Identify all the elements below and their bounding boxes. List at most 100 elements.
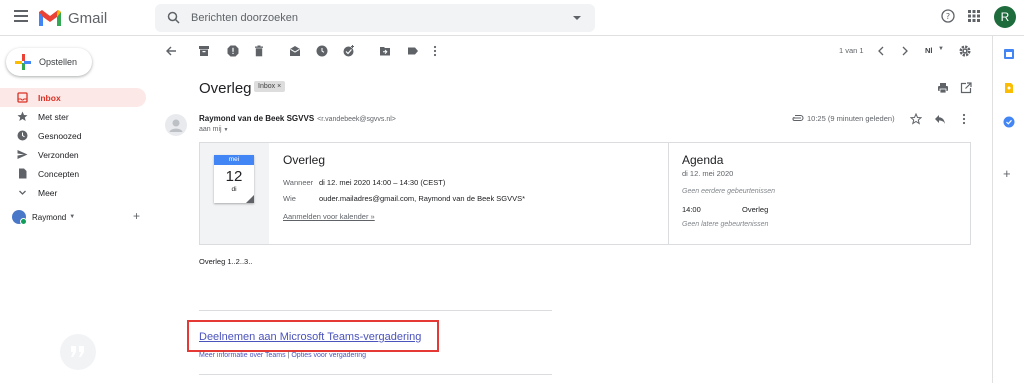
sidebar-item-label: Gesnoozed — [38, 130, 82, 141]
agenda-event-row[interactable]: 14:00 Overleg — [682, 205, 768, 214]
recipient-text: aan mij — [199, 126, 222, 133]
event-who-label: Wie — [283, 194, 296, 203]
sidebar-item-label: Met ster — [38, 111, 69, 122]
mark-unread-icon[interactable] — [289, 45, 301, 57]
open-new-window-icon[interactable] — [960, 82, 972, 94]
calendar-fold — [246, 195, 254, 203]
message-subject: Overleg — [199, 80, 252, 97]
print-icon[interactable] — [937, 82, 949, 94]
caret-down-icon[interactable]: ▼ — [224, 127, 229, 133]
sidebar-item-inbox[interactable]: Inbox — [0, 88, 146, 107]
sidebar-item-snoozed[interactable]: Gesnoozed — [0, 126, 146, 145]
sender-email: <r.vandebeek@sgvvs.nl> — [317, 116, 396, 123]
divider — [199, 310, 552, 311]
gmail-m-icon — [39, 10, 61, 26]
archive-icon[interactable] — [198, 45, 210, 57]
account-avatar[interactable]: R — [994, 6, 1016, 28]
event-when-value: di 12. mei 2020 14:00 – 14:30 (CEST) — [319, 178, 446, 187]
agenda-title: Agenda — [682, 153, 724, 167]
sidebar: Opstellen Inbox Met ster Gesnoozed Verzo… — [0, 36, 155, 383]
main-menu-icon[interactable] — [14, 10, 28, 22]
clock-icon — [16, 130, 28, 142]
calendar-weekday: di — [231, 186, 237, 193]
star-icon[interactable] — [910, 113, 922, 125]
chevron-down-icon — [16, 187, 28, 199]
top-bar: Gmail Berichten doorzoeken ? R — [0, 0, 1024, 36]
chevron-right-icon[interactable] — [901, 45, 909, 57]
hangouts-user[interactable]: Raymond ▼ + — [12, 208, 144, 226]
calendar-day: 12 — [225, 168, 243, 185]
sidebar-item-drafts[interactable]: Concepten — [0, 164, 146, 183]
search-bar[interactable]: Berichten doorzoeken — [155, 4, 595, 32]
calendar-date-icon: mei 12 di — [214, 155, 254, 203]
divider — [199, 374, 552, 375]
label-chip-text: Inbox — [258, 83, 276, 90]
snooze-icon[interactable] — [316, 45, 328, 57]
sidebar-item-starred[interactable]: Met ster — [0, 107, 146, 126]
search-icon[interactable] — [167, 11, 180, 24]
more-vertical-icon[interactable] — [961, 113, 967, 125]
settings-gear-icon[interactable] — [959, 45, 971, 57]
plus-icon — [15, 54, 31, 70]
reply-icon[interactable] — [934, 113, 946, 125]
recipient-line[interactable]: aan mij ▼ — [199, 126, 228, 133]
tasks-app-icon[interactable] — [1003, 116, 1015, 128]
sidebar-item-more[interactable]: Meer — [0, 183, 146, 202]
add-to-tasks-icon[interactable] — [343, 45, 355, 57]
input-tools-button[interactable]: Nl — [925, 46, 933, 55]
caret-down-icon[interactable]: ▼ — [938, 46, 944, 52]
calendar-month: mei — [214, 155, 254, 165]
side-panel: + — [992, 36, 1024, 383]
star-icon — [16, 111, 28, 123]
app-name: Gmail — [68, 9, 108, 27]
add-addon-icon[interactable]: + — [1003, 167, 1015, 180]
delete-icon[interactable] — [253, 45, 265, 57]
compose-button[interactable]: Opstellen — [6, 48, 92, 76]
person-icon — [169, 119, 183, 132]
calendar-app-icon[interactable] — [1003, 48, 1015, 60]
compose-label: Opstellen — [39, 57, 78, 67]
back-arrow-icon[interactable] — [165, 45, 177, 57]
calendar-invite-card: mei 12 di Overleg Wanneer di 12. mei 2020… — [199, 142, 971, 245]
report-spam-icon[interactable] — [227, 45, 239, 57]
search-options-icon[interactable] — [573, 16, 581, 20]
event-when-row: Wanneer di 12. mei 2020 14:00 – 14:30 (CE… — [283, 178, 445, 187]
move-to-icon[interactable] — [379, 45, 391, 57]
sender-name[interactable]: Raymond van de Beek SGVVS — [199, 114, 314, 123]
hangouts-avatar — [12, 210, 27, 225]
teams-options-link[interactable]: Opties voor vergadering — [291, 352, 366, 359]
sidebar-item-label: Meer — [38, 187, 58, 198]
agenda-no-later: Geen latere gebeurtenissen — [682, 221, 769, 228]
hangouts-user-name: Raymond — [32, 212, 67, 222]
inbox-label-chip[interactable]: Inbox × — [254, 81, 286, 92]
message-view: Overleg Inbox × Raymond van de Beek SGVV… — [155, 66, 985, 383]
sidebar-item-label: Inbox — [38, 92, 61, 103]
message-time: 10:25 (9 minuten geleden) — [807, 114, 895, 123]
send-icon — [16, 149, 28, 161]
add-to-calendar-link[interactable]: Aanmelden voor kalender » — [283, 212, 375, 221]
label-icon[interactable] — [407, 45, 419, 57]
apps-grid-icon[interactable] — [967, 9, 981, 23]
more-vertical-icon[interactable] — [432, 45, 438, 57]
keep-app-icon[interactable] — [1003, 82, 1015, 94]
pagination-text: 1 van 1 — [839, 46, 864, 55]
gmail-logo[interactable]: Gmail — [38, 8, 107, 28]
add-contact-icon[interactable]: + — [133, 209, 140, 223]
sidebar-item-sent[interactable]: Verzonden — [0, 145, 146, 164]
event-who-value: ouder.mailadres@gmail.com, Raymond van d… — [319, 194, 526, 203]
chevron-left-icon[interactable] — [877, 45, 885, 57]
search-input[interactable]: Berichten doorzoeken — [191, 12, 298, 24]
event-when-label: Wanneer — [283, 178, 314, 187]
caret-down-icon: ▼ — [69, 214, 76, 220]
invite-calendar-panel: mei 12 di — [200, 143, 269, 244]
event-title: Overleg — [283, 153, 326, 167]
teams-join-link[interactable]: Deelnemen aan Microsoft Teams-vergaderin… — [199, 331, 421, 343]
sender-avatar[interactable] — [165, 114, 187, 136]
agenda-event-time: 14:00 — [682, 205, 701, 214]
help-icon[interactable]: ? — [941, 9, 955, 23]
sender-line: Raymond van de Beek SGVVS <r.vandebeek@sg… — [199, 114, 396, 123]
inbox-icon — [16, 92, 28, 104]
remove-label-icon[interactable]: × — [277, 83, 281, 90]
teams-info-link[interactable]: Meer informatie over Teams — [199, 352, 286, 359]
agenda-event-title: Overleg — [742, 205, 769, 214]
